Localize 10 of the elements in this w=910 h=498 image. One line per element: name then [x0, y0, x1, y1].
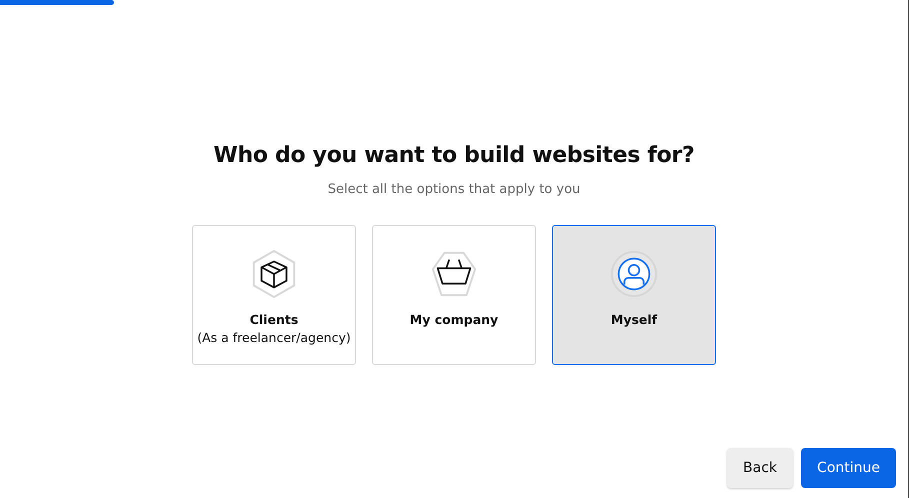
box-icon	[250, 250, 298, 298]
continue-button[interactable]: Continue	[801, 448, 896, 488]
option-card[interactable]: My company	[372, 225, 536, 365]
basket-icon	[430, 250, 478, 298]
option-card[interactable]: Clients (As a freelancer/agency)	[192, 225, 356, 365]
back-button[interactable]: Back	[727, 448, 794, 488]
user-icon	[610, 250, 658, 298]
option-card[interactable]: Myself	[552, 225, 716, 365]
page-subheading: Select all the options that apply to you	[328, 182, 580, 197]
page-heading: Who do you want to build websites for?	[214, 143, 694, 168]
